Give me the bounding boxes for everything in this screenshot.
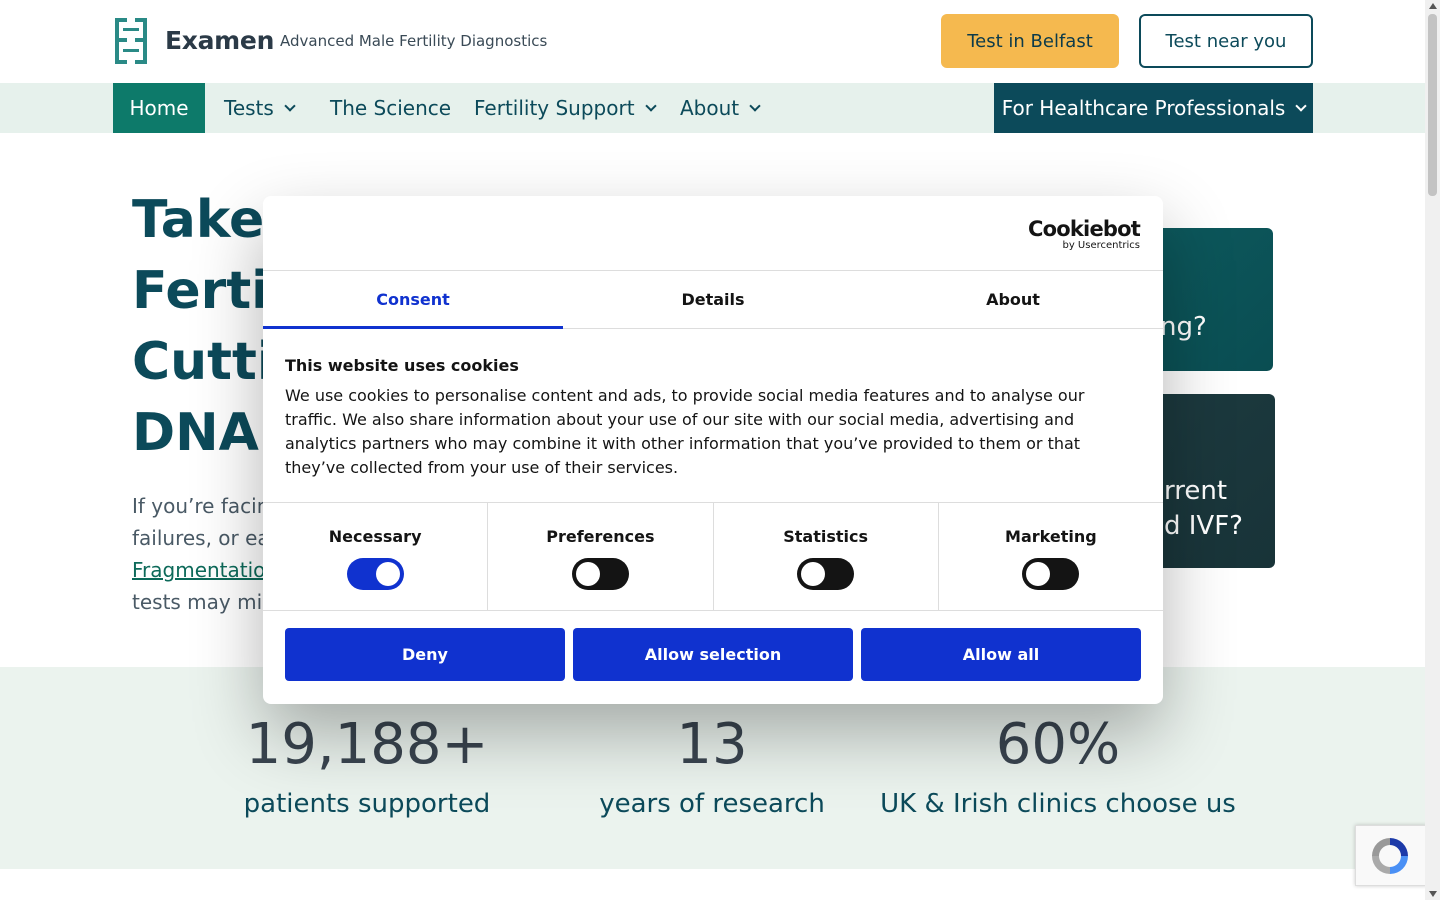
tagline: Advanced Male Fertility Diagnostics	[280, 32, 548, 50]
allow-all-button[interactable]: Allow all	[861, 628, 1141, 681]
chevron-down-icon	[644, 99, 657, 112]
cookie-tabs: Consent Details About	[263, 270, 1163, 329]
nav-item-fertility-support[interactable]: Fertility Support	[474, 83, 657, 133]
hero-text-line: If you’re facin	[132, 494, 270, 518]
chevron-down-icon	[284, 99, 296, 112]
marketing-switch[interactable]	[1022, 558, 1080, 590]
examen-logo-icon	[115, 18, 147, 64]
toggle-preferences: Preferences	[488, 503, 714, 610]
stat-label: UK & Irish clinics choose us	[880, 789, 1236, 819]
toggle-label: Necessary	[328, 527, 422, 546]
switch-knob	[1026, 562, 1051, 586]
preferences-switch[interactable]	[571, 558, 629, 590]
nav-item-tests[interactable]: Tests	[224, 83, 296, 133]
necessary-switch[interactable]	[346, 558, 404, 590]
switch-knob	[801, 562, 826, 586]
hero-text: If you’re facin failures, or ea Fragment…	[132, 490, 273, 618]
brand-name: Examen	[165, 25, 275, 55]
switch-knob	[375, 562, 400, 586]
dna-fragmentation-link[interactable]: Fragmentatio	[132, 554, 273, 586]
site-header: Examen Advanced Male Fertility Diagnosti…	[0, 0, 1425, 83]
hero-text-line: tests may mis	[132, 590, 273, 614]
test-in-belfast-button[interactable]: Test in Belfast	[941, 14, 1119, 68]
hero-text-line: failures, or ea	[132, 526, 270, 550]
nav-item-hcp-label: For Healthcare Professionals	[1001, 96, 1286, 120]
nav-item-about-label: About	[680, 96, 740, 120]
cookie-toggles: Necessary Preferences Statistics Marketi…	[263, 502, 1163, 611]
stat-value: 13	[676, 712, 748, 777]
deny-button[interactable]: Deny	[285, 628, 565, 681]
cookiebot-logo: Cookiebot by Usercentrics	[1028, 217, 1141, 251]
tab-consent[interactable]: Consent	[263, 271, 563, 329]
allow-selection-button[interactable]: Allow selection	[573, 628, 853, 681]
cookie-consent-dialog: Cookiebot by Usercentrics Consent Detail…	[263, 196, 1163, 704]
cookiebot-by: by Usercentrics	[1062, 240, 1140, 251]
tab-details[interactable]: Details	[563, 271, 863, 328]
scroll-down-icon[interactable]	[1428, 891, 1437, 897]
page: Examen Advanced Male Fertility Diagnosti…	[0, 0, 1425, 900]
stat-value: 60%	[995, 712, 1121, 777]
stat-label: patients supported	[243, 789, 491, 819]
switch-knob	[575, 562, 600, 586]
recaptcha-badge[interactable]	[1355, 825, 1425, 886]
cookie-buttons: Deny Allow selection Allow all	[285, 628, 1141, 681]
scroll-up-icon[interactable]	[1428, 3, 1437, 9]
nav-item-tests-label: Tests	[224, 96, 274, 120]
promo-card-text: d IVF?	[1164, 511, 1243, 541]
cookie-body: We use cookies to personalise content an…	[285, 386, 1085, 477]
page-scrollbar[interactable]	[1425, 0, 1440, 900]
nav-item-about[interactable]: About	[680, 83, 761, 133]
stat-value: 19,188+	[245, 712, 489, 777]
nav-item-support-label: Fertility Support	[474, 96, 635, 120]
main-nav: Home Tests The Science Fertility Support…	[0, 83, 1425, 133]
toggle-statistics: Statistics	[714, 503, 939, 610]
promo-card-text: rrent	[1164, 476, 1228, 506]
promo-card-text: ng?	[1160, 312, 1207, 342]
toggle-label: Statistics	[783, 527, 868, 546]
nav-item-science[interactable]: The Science	[330, 83, 451, 133]
cookiebot-brand: Cookiebot	[1028, 217, 1141, 241]
test-near-you-button[interactable]: Test near you	[1139, 14, 1313, 68]
toggle-necessary: Necessary	[263, 503, 489, 610]
nav-item-healthcare-professionals[interactable]: For Healthcare Professionals	[994, 83, 1313, 133]
chevron-down-icon	[1295, 99, 1307, 112]
toggle-marketing: Marketing	[939, 503, 1163, 610]
scroll-thumb[interactable]	[1428, 14, 1437, 196]
statistics-switch[interactable]	[797, 558, 855, 590]
logo[interactable]: Examen	[113, 16, 274, 64]
nav-item-home[interactable]: Home	[113, 83, 205, 133]
toggle-label: Preferences	[546, 527, 655, 546]
stat-label: years of research	[599, 789, 825, 819]
cookie-title: This website uses cookies	[285, 356, 519, 375]
chevron-down-icon	[749, 99, 761, 112]
toggle-label: Marketing	[1005, 527, 1097, 546]
recaptcha-icon	[1372, 838, 1408, 874]
tab-about[interactable]: About	[863, 271, 1163, 328]
